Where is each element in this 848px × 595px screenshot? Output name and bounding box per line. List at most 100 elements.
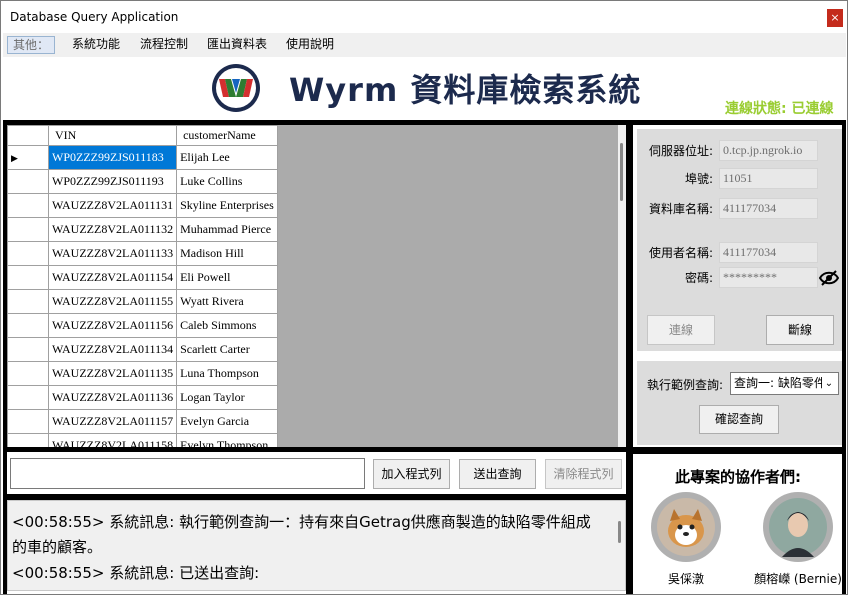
table-row[interactable]: WAUZZZ8V2LA011132 Muhammad Pierce: [7, 217, 278, 242]
log-scroll-thumb[interactable]: [618, 521, 621, 543]
center-divider: [626, 125, 633, 594]
add-line-button[interactable]: 加入程式列: [373, 459, 450, 489]
username-label: 使用者名稱:: [648, 246, 713, 260]
grid-header-row: VIN customerName: [7, 125, 278, 146]
table-row[interactable]: WAUZZZ8V2LA011154 Eli Powell: [7, 265, 278, 290]
cell-vin[interactable]: WP0ZZZ99ZJS011193: [47, 169, 178, 194]
cell-vin[interactable]: WAUZZZ8V2LA011156: [47, 313, 178, 338]
cell-customer-name[interactable]: Skyline Enterprises: [176, 193, 278, 218]
cell-customer-name[interactable]: Evelyn Garcia: [176, 409, 278, 434]
cell-customer-name[interactable]: Evelyn Thompson: [176, 433, 278, 447]
cell-customer-name[interactable]: Scarlett Carter: [176, 337, 278, 362]
grid-scroll-thumb[interactable]: [620, 143, 623, 201]
row-header[interactable]: [7, 169, 49, 194]
cell-vin[interactable]: WAUZZZ8V2LA011131: [47, 193, 178, 218]
row-header[interactable]: [7, 337, 49, 362]
row-header[interactable]: [7, 193, 49, 218]
send-query-button[interactable]: 送出查詢: [459, 459, 536, 489]
table-row[interactable]: WAUZZZ8V2LA011133 Madison Hill: [7, 241, 278, 266]
collaborator-avatar: [763, 492, 833, 562]
cell-vin[interactable]: WAUZZZ8V2LA011134: [47, 337, 178, 362]
port-field[interactable]: 11051: [719, 168, 818, 189]
row-header[interactable]: [7, 433, 49, 447]
grid-vertical-scrollbar[interactable]: [618, 125, 626, 447]
results-grid[interactable]: VIN customerName ▶ WP0ZZZ99ZJS011183 Eli…: [7, 125, 626, 447]
menu-flow-control[interactable]: 流程控制: [135, 36, 193, 54]
column-header-customer-name[interactable]: customerName: [176, 125, 278, 146]
row-header[interactable]: [7, 409, 49, 434]
menu-system-functions[interactable]: 系統功能: [67, 36, 125, 54]
database-name-label: 資料庫名稱:: [648, 202, 713, 216]
server-address-field[interactable]: 0.tcp.jp.ngrok.io: [719, 140, 818, 161]
cell-customer-name[interactable]: Elijah Lee: [176, 145, 278, 170]
cell-vin[interactable]: WAUZZZ8V2LA011133: [47, 241, 178, 266]
grid-corner[interactable]: [7, 125, 49, 146]
sql-input[interactable]: [10, 458, 365, 489]
clear-lines-button[interactable]: 清除程式列: [545, 459, 622, 489]
row-header[interactable]: [7, 385, 49, 410]
password-label: 密碼:: [684, 271, 713, 285]
row-header[interactable]: [7, 217, 49, 242]
cell-vin[interactable]: WAUZZZ8V2LA011155: [47, 289, 178, 314]
log-vertical-scrollbar[interactable]: [614, 501, 625, 590]
table-row[interactable]: WAUZZZ8V2LA011134 Scarlett Carter: [7, 337, 278, 362]
table-row[interactable]: WAUZZZ8V2LA011158 Evelyn Thompson: [7, 433, 278, 447]
confirm-query-button[interactable]: 確認查詢: [699, 405, 779, 434]
menu-help[interactable]: 使用說明: [281, 36, 339, 54]
cell-customer-name[interactable]: Luke Collins: [176, 169, 278, 194]
log-line: <00:58:55> 系統訊息: 執行範例查詢一：持有來自Getrag供應商製造…: [12, 513, 591, 531]
table-row[interactable]: WAUZZZ8V2LA011135 Luna Thompson: [7, 361, 278, 386]
connection-status: 連線狀態: 已連線: [725, 101, 834, 117]
table-row[interactable]: WP0ZZZ99ZJS011193 Luke Collins: [7, 169, 278, 194]
current-row-icon: ▶: [11, 153, 18, 163]
row-header[interactable]: [7, 241, 49, 266]
table-row[interactable]: ▶ WP0ZZZ99ZJS011183 Elijah Lee: [7, 145, 278, 170]
row-header[interactable]: [7, 289, 49, 314]
collaborator-name: 吳倸潡: [667, 572, 704, 586]
database-name-field[interactable]: 411177034: [719, 198, 818, 219]
row-header[interactable]: ▶: [7, 145, 49, 170]
username-field[interactable]: 411177034: [719, 242, 818, 263]
row-header[interactable]: [7, 313, 49, 338]
table-row[interactable]: WAUZZZ8V2LA011136 Logan Taylor: [7, 385, 278, 410]
column-header-vin[interactable]: VIN: [47, 125, 178, 146]
close-button[interactable]: ×: [827, 9, 843, 27]
cell-vin[interactable]: WAUZZZ8V2LA011154: [47, 265, 178, 290]
password-field[interactable]: *********: [719, 267, 818, 288]
cell-customer-name[interactable]: Luna Thompson: [176, 361, 278, 386]
collaborator-avatar: [651, 492, 721, 562]
cell-vin[interactable]: WAUZZZ8V2LA011135: [47, 361, 178, 386]
cell-vin[interactable]: WAUZZZ8V2LA011158: [47, 433, 178, 447]
row-header[interactable]: [7, 361, 49, 386]
log-line: 的車的顧客。: [12, 538, 103, 556]
menu-other[interactable]: 其他：: [7, 36, 56, 54]
cell-vin[interactable]: WP0ZZZ99ZJS011183: [47, 145, 178, 170]
cell-customer-name[interactable]: Muhammad Pierce: [176, 217, 278, 242]
results-table: VIN customerName ▶ WP0ZZZ99ZJS011183 Eli…: [7, 125, 278, 447]
connect-button[interactable]: 連線: [647, 315, 715, 345]
cell-vin[interactable]: WAUZZZ8V2LA011157: [47, 409, 178, 434]
toggle-password-visibility-icon[interactable]: [819, 269, 839, 287]
example-query-selected: 查詢一: 缺陷零件: [734, 376, 826, 390]
cell-customer-name[interactable]: Madison Hill: [176, 241, 278, 266]
cell-customer-name[interactable]: Eli Powell: [176, 265, 278, 290]
collaborator-name: 顏榕嶸 (Bernie): [754, 572, 842, 586]
menu-export-table[interactable]: 匯出資料表: [202, 36, 272, 54]
table-row[interactable]: WAUZZZ8V2LA011155 Wyatt Rivera: [7, 289, 278, 314]
disconnect-button[interactable]: 斷線: [766, 315, 834, 345]
app-window: Database Query Application × 其他： 系統功能 流程…: [0, 0, 848, 595]
cell-vin[interactable]: WAUZZZ8V2LA011132: [47, 217, 178, 242]
cell-customer-name[interactable]: Caleb Simmons: [176, 313, 278, 338]
example-query-select[interactable]: 查詢一: 缺陷零件 ⌄: [730, 372, 839, 395]
table-row[interactable]: WAUZZZ8V2LA011156 Caleb Simmons: [7, 313, 278, 338]
table-row[interactable]: WAUZZZ8V2LA011157 Evelyn Garcia: [7, 409, 278, 434]
cell-vin[interactable]: WAUZZZ8V2LA011136: [47, 385, 178, 410]
row-header[interactable]: [7, 265, 49, 290]
log-line: <00:58:55> 系統訊息: 已送出查詢:: [12, 564, 260, 582]
cell-customer-name[interactable]: Wyatt Rivera: [176, 289, 278, 314]
table-row[interactable]: WAUZZZ8V2LA011131 Skyline Enterprises: [7, 193, 278, 218]
message-log[interactable]: <00:58:55> 系統訊息: 執行範例查詢一：持有來自Getrag供應商製造…: [7, 500, 626, 591]
right-border: [842, 125, 846, 594]
cell-customer-name[interactable]: Logan Taylor: [176, 385, 278, 410]
right-panel-divider: [633, 447, 846, 454]
